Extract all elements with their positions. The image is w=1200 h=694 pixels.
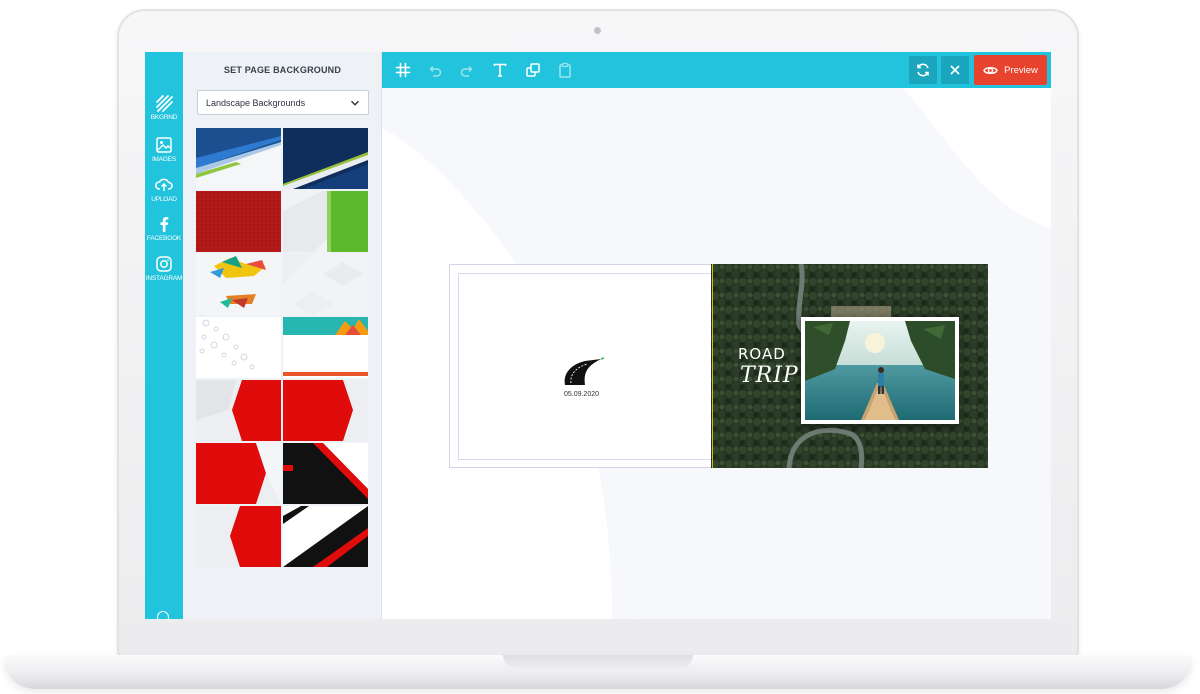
- book-title-trip: TRIP: [740, 363, 799, 388]
- close-button[interactable]: [941, 56, 969, 84]
- background-thumbnail[interactable]: [196, 254, 281, 315]
- rail-item-images[interactable]: IMAGES: [145, 136, 183, 164]
- thumbnail-image: [283, 254, 368, 315]
- redo-button[interactable]: [457, 60, 477, 80]
- add-icon[interactable]: [157, 611, 169, 619]
- upload-icon: [155, 178, 173, 191]
- rail-label: IMAGES: [151, 156, 177, 163]
- book-title-road: ROAD: [738, 345, 786, 363]
- panel-title: SET PAGE BACKGROUND: [223, 65, 342, 75]
- photo-image: [805, 321, 955, 420]
- book-spine: [712, 264, 713, 468]
- thumbnail-image: [283, 443, 368, 504]
- preview-label: Preview: [1004, 64, 1038, 76]
- rail-label: UPLOAD: [151, 196, 177, 203]
- text-icon: [493, 63, 507, 77]
- webcam: [594, 27, 601, 34]
- chevron-down-icon: [351, 100, 359, 106]
- rail-label: INSTAGRAM: [145, 275, 183, 282]
- preview-button[interactable]: Preview: [974, 55, 1047, 85]
- grid-icon: [395, 62, 411, 78]
- grid-toggle-button[interactable]: [393, 60, 413, 80]
- background-thumbnail[interactable]: [196, 317, 281, 378]
- close-icon: [950, 65, 960, 75]
- background-thumbnail[interactable]: [196, 128, 281, 189]
- image-icon: [156, 137, 172, 153]
- select-value: Landscape Backgrounds: [206, 97, 306, 108]
- background-thumbnail[interactable]: [196, 443, 281, 504]
- app-screen: BKGRND IMAGES UPLOAD FACEBOOK INSTAGRAM …: [145, 52, 1051, 619]
- background-thumbnail[interactable]: [196, 191, 281, 252]
- refresh-button[interactable]: [909, 56, 937, 84]
- instagram-icon: [156, 256, 172, 272]
- tool-rail: BKGRND IMAGES UPLOAD FACEBOOK INSTAGRAM: [145, 52, 183, 619]
- background-panel: SET PAGE BACKGROUND Landscape Background…: [183, 52, 382, 619]
- lagoon-photo: [805, 321, 955, 420]
- paste-button[interactable]: [555, 60, 575, 80]
- road-icon: [564, 357, 605, 385]
- background-thumbnail[interactable]: [283, 506, 368, 567]
- background-thumbnail[interactable]: [283, 128, 368, 189]
- undo-button[interactable]: [425, 60, 445, 80]
- background-thumbnail[interactable]: [283, 191, 368, 252]
- thumbnail-image: [196, 506, 281, 567]
- thumbnail-image: [196, 380, 281, 441]
- background-thumbnail[interactable]: [283, 317, 368, 378]
- thumbnail-image: [283, 506, 368, 567]
- rail-item-upload[interactable]: UPLOAD: [145, 176, 183, 204]
- background-thumbnail[interactable]: [283, 380, 368, 441]
- eye-icon: [983, 66, 998, 74]
- rail-item-background[interactable]: BKGRND: [145, 94, 183, 122]
- background-thumbnail-grid: [196, 128, 368, 567]
- clipboard-icon: [559, 62, 571, 78]
- redo-icon: [460, 65, 473, 77]
- thumbnail-image: [283, 191, 368, 252]
- rail-item-facebook[interactable]: FACEBOOK: [145, 215, 183, 243]
- rail-label: FACEBOOK: [146, 235, 182, 242]
- background-thumbnail[interactable]: [196, 380, 281, 441]
- background-thumbnail[interactable]: [196, 506, 281, 567]
- photo-frame[interactable]: [801, 317, 959, 424]
- stripes-icon: [156, 95, 173, 112]
- undo-icon: [429, 65, 442, 77]
- rail-item-instagram[interactable]: INSTAGRAM: [145, 255, 183, 283]
- editor-toolbar: Preview: [382, 52, 1051, 88]
- laptop-notch: [503, 655, 693, 669]
- thumbnail-image: [196, 317, 281, 378]
- thumbnail-image: [196, 254, 281, 315]
- book-page-left[interactable]: 05.09.2020: [449, 264, 713, 468]
- thumbnail-image: [196, 443, 281, 504]
- background-category-select[interactable]: Landscape Backgrounds: [197, 90, 369, 115]
- facebook-icon: [160, 217, 169, 232]
- background-thumbnail[interactable]: [283, 254, 368, 315]
- thumbnail-image: [196, 191, 281, 252]
- book-date: 05.09.2020: [563, 391, 600, 398]
- thumbnail-image: [283, 317, 368, 378]
- add-shape-button[interactable]: [523, 60, 543, 80]
- rail-label: BKGRND: [150, 114, 178, 121]
- add-text-button[interactable]: [490, 60, 510, 80]
- background-thumbnail[interactable]: [283, 443, 368, 504]
- shapes-icon: [526, 63, 540, 77]
- thumbnail-image: [196, 128, 281, 189]
- thumbnail-image: [283, 128, 368, 189]
- thumbnail-image: [283, 380, 368, 441]
- refresh-icon: [917, 63, 929, 77]
